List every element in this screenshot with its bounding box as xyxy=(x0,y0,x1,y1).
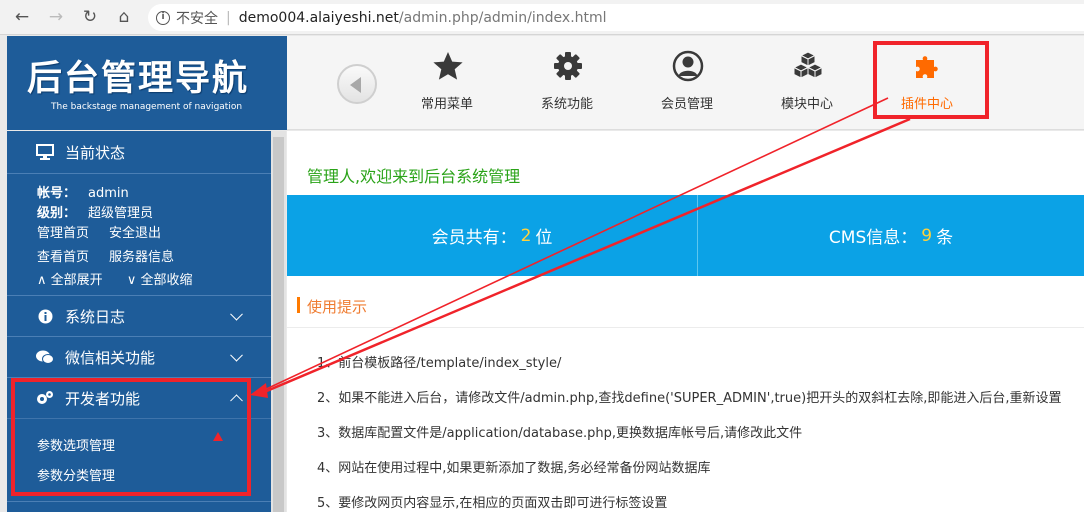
annotation-arrow xyxy=(250,97,911,398)
